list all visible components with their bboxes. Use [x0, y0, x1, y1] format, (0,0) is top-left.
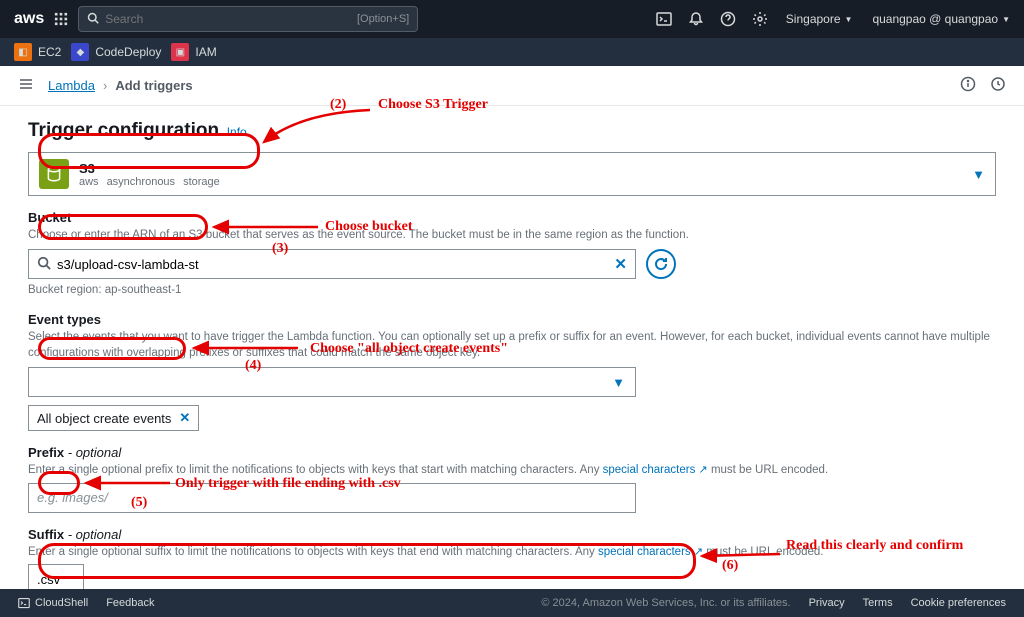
svc-ec2-link[interactable]: ◧EC2: [14, 43, 61, 61]
terms-link[interactable]: Terms: [863, 597, 893, 609]
event-types-hint: Select the events that you want to have …: [28, 329, 996, 361]
event-type-token[interactable]: All object create events✕: [28, 405, 199, 431]
search-icon: [37, 256, 51, 273]
copyright: © 2024, Amazon Web Services, Inc. or its…: [541, 597, 790, 609]
event-types-select[interactable]: ▼: [28, 367, 636, 397]
user-menu[interactable]: quangpao @ quangpao▼: [872, 12, 1010, 26]
caret-down-icon: ▼: [845, 15, 853, 24]
settings-icon[interactable]: [752, 11, 768, 27]
iam-icon: ▣: [171, 43, 189, 61]
breadcrumb-bar: Lambda › Add triggers: [0, 66, 1024, 106]
crumb-current: Add triggers: [115, 78, 192, 93]
cloudshell-link[interactable]: CloudShell: [18, 597, 88, 609]
info-icon[interactable]: [960, 76, 976, 95]
crumb-sep: ›: [103, 78, 107, 93]
external-icon: ↗: [699, 464, 708, 476]
bucket-input[interactable]: [57, 257, 614, 272]
feedback-link[interactable]: Feedback: [106, 597, 154, 609]
dropdown-caret-icon: ▼: [612, 375, 625, 390]
footer: CloudShell Feedback © 2024, Amazon Web S…: [0, 589, 1024, 617]
global-search[interactable]: [Option+S]: [78, 6, 418, 32]
trigger-tags: awsasynchronousstorage: [79, 176, 228, 188]
prefix-hint: Enter a single optional prefix to limit …: [28, 462, 996, 478]
cookies-link[interactable]: Cookie preferences: [911, 597, 1006, 609]
cycle-icon[interactable]: [990, 76, 1006, 95]
bucket-search-input-wrap[interactable]: ✕: [28, 249, 636, 279]
search-icon: [87, 12, 99, 27]
caret-down-icon: ▼: [1002, 15, 1010, 24]
clear-icon[interactable]: ✕: [614, 255, 627, 273]
aws-logo[interactable]: aws: [14, 10, 44, 28]
crumb-lambda[interactable]: Lambda: [48, 78, 95, 93]
aws-top-header: aws [Option+S] Singapore▼ quangpao @ qua…: [0, 0, 1024, 38]
region-selector[interactable]: Singapore▼: [786, 12, 853, 26]
services-grid-icon[interactable]: [54, 12, 68, 26]
info-link[interactable]: Info: [227, 125, 247, 139]
special-chars-link[interactable]: special characters: [603, 464, 696, 476]
trigger-name: S3: [79, 161, 228, 176]
trigger-selector[interactable]: S3 awsasynchronousstorage ▼: [28, 152, 996, 196]
external-icon: ↗: [694, 546, 703, 558]
page-title: Trigger configuration: [28, 120, 219, 141]
codedeploy-icon: ◆: [71, 43, 89, 61]
event-types-label: Event types: [28, 312, 996, 327]
suffix-input[interactable]: [28, 564, 84, 589]
special-chars-link[interactable]: special characters: [598, 546, 691, 558]
refresh-button[interactable]: [646, 249, 676, 279]
bucket-region-text: Bucket region: ap-southeast-1: [28, 282, 996, 298]
cloudshell-icon[interactable]: [656, 11, 672, 27]
bucket-hint: Choose or enter the ARN of an S3 bucket …: [28, 227, 996, 243]
privacy-link[interactable]: Privacy: [809, 597, 845, 609]
main-content: Trigger configuration Info S3 awsasynchr…: [0, 106, 1024, 589]
s3-icon: [39, 159, 69, 189]
remove-token-icon[interactable]: ✕: [179, 410, 190, 426]
bucket-label: Bucket: [28, 210, 996, 225]
prefix-input[interactable]: [28, 483, 636, 513]
search-hint: [Option+S]: [357, 13, 409, 25]
ec2-icon: ◧: [14, 43, 32, 61]
svc-codedeploy-link[interactable]: ◆CodeDeploy: [71, 43, 161, 61]
suffix-label: Suffix - optional: [28, 527, 996, 542]
service-shortcuts-bar: ◧EC2 ◆CodeDeploy ▣IAM: [0, 38, 1024, 66]
search-input[interactable]: [105, 12, 357, 26]
svc-iam-link[interactable]: ▣IAM: [171, 43, 216, 61]
prefix-label: Prefix - optional: [28, 445, 996, 460]
hamburger-icon[interactable]: [18, 76, 34, 95]
help-icon[interactable]: [720, 11, 736, 27]
suffix-hint: Enter a single optional suffix to limit …: [28, 544, 996, 560]
dropdown-caret-icon: ▼: [972, 167, 985, 182]
notifications-icon[interactable]: [688, 11, 704, 27]
